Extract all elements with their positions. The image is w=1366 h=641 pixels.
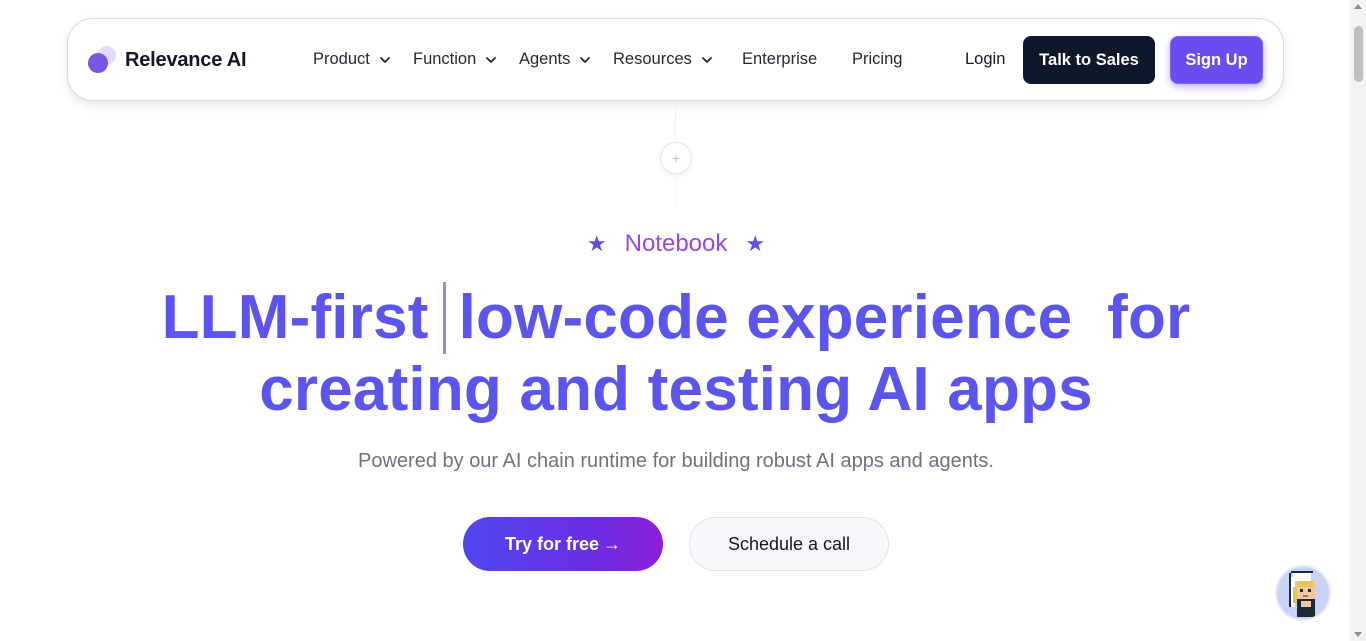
scroll-thumb[interactable]: [1354, 26, 1363, 82]
chevron-down-icon: [486, 56, 497, 63]
nav-item-label: Pricing: [852, 50, 903, 68]
nav-item-label: Enterprise: [742, 50, 818, 68]
nav-item-enterprise[interactable]: Enterprise: [742, 50, 817, 69]
login-link[interactable]: Login: [965, 50, 1005, 69]
hero-headline: LLM-first low-code experience for creatin…: [0, 282, 1352, 426]
nav-item-product[interactable]: Product: [313, 50, 392, 69]
nav-item-label: Resources: [613, 50, 692, 68]
headline-keyword: LLM-first: [161, 283, 429, 352]
page-scrollbar[interactable]: [1349, 0, 1366, 641]
chevron-down-icon: [701, 56, 712, 63]
typing-cursor: [442, 282, 446, 354]
chevron-down-icon: [379, 56, 390, 63]
hero-subtitle: Powered by our AI chain runtime for buil…: [358, 450, 994, 472]
star-icon: ★: [745, 231, 766, 256]
brand-logo[interactable]: Relevance AI: [88, 45, 247, 75]
scroll-down-icon[interactable]: [1354, 632, 1362, 637]
chat-avatar-icon[interactable]: [1275, 565, 1331, 621]
sign-up-button[interactable]: Sign Up: [1170, 36, 1263, 84]
talk-to-sales-button[interactable]: Talk to Sales: [1023, 36, 1155, 84]
arrow-right-icon: →: [603, 533, 622, 554]
nav-item-label: Product: [313, 50, 370, 68]
hero-eyebrow: ★ Notebook ★: [0, 230, 1352, 258]
eyebrow-label: Notebook: [624, 230, 728, 257]
star-icon: ★: [586, 231, 607, 256]
try-for-free-label: Try for free: [504, 533, 600, 554]
try-for-free-button[interactable]: Try for free →: [463, 517, 663, 571]
scroll-up-icon[interactable]: [1354, 4, 1362, 9]
plus-icon: +: [660, 142, 692, 174]
nav-item-agents[interactable]: Agents: [519, 50, 592, 69]
nav-item-function[interactable]: Function: [413, 50, 498, 69]
nav-item-label: Agents: [519, 50, 571, 68]
schedule-call-button[interactable]: Schedule a call: [689, 517, 889, 571]
headline-rest: low-code experience for: [458, 283, 1191, 352]
headline-line2: creating and testing AI apps: [259, 355, 1093, 424]
pixel-character-icon: [1277, 567, 1329, 619]
nav-item-label: Function: [413, 50, 477, 68]
nav-item-pricing[interactable]: Pricing: [852, 50, 902, 69]
top-navbar: Relevance AI Product Function Agents Res…: [67, 18, 1284, 101]
relevance-logo-icon: [88, 45, 118, 75]
chevron-down-icon: [580, 56, 591, 63]
nav-item-resources[interactable]: Resources: [613, 50, 714, 69]
brand-name: Relevance AI: [125, 48, 247, 71]
